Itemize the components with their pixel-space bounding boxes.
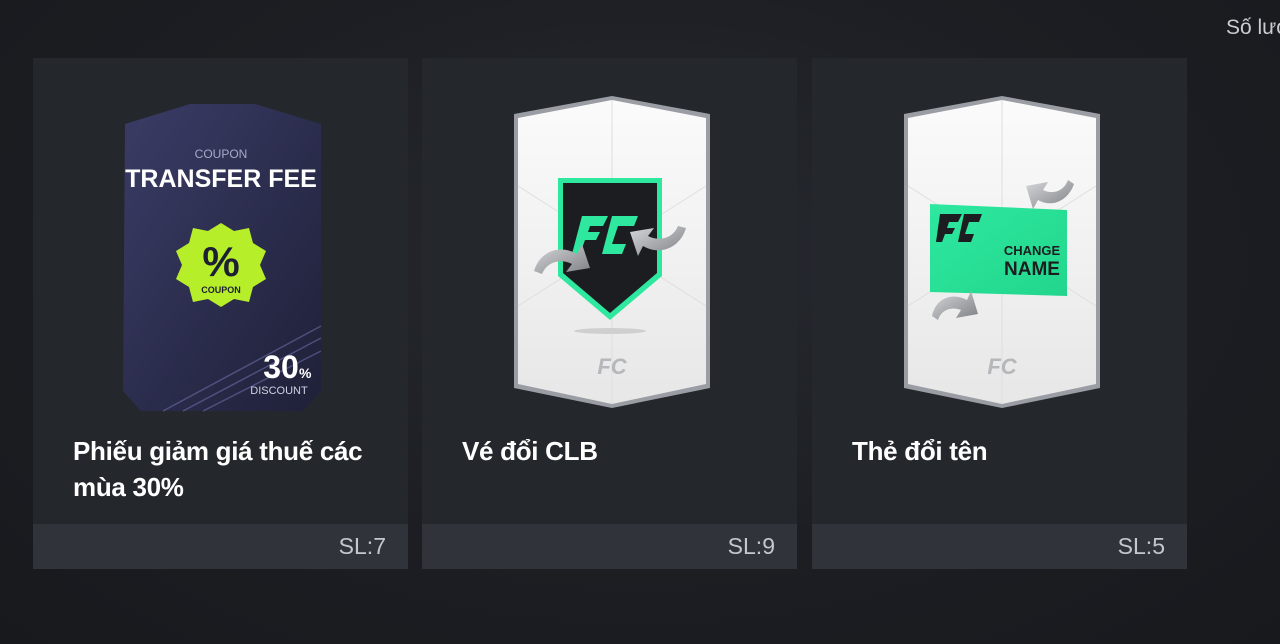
svg-text:CHANGE: CHANGE bbox=[1004, 243, 1061, 258]
svg-text:NAME: NAME bbox=[1004, 259, 1060, 280]
svg-text:30: 30 bbox=[263, 349, 299, 385]
svg-text:FC: FC bbox=[597, 354, 627, 379]
svg-text:TRANSFER FEE: TRANSFER FEE bbox=[125, 165, 317, 193]
club-change-ticket-card-icon: FC bbox=[514, 96, 710, 408]
item-quantity: SL:9 bbox=[727, 533, 775, 559]
item-name: Thẻ đổi tên bbox=[852, 436, 988, 466]
item-quantity: SL:5 bbox=[1117, 533, 1165, 559]
item-footer: SL:7 bbox=[33, 524, 408, 569]
item-card-transfer-fee-coupon[interactable]: COUPON TRANSFER FEE % COUPON 30 % DISCOU… bbox=[33, 58, 408, 569]
svg-text:FC: FC bbox=[987, 354, 1017, 379]
quantity-column-header: Số lượ bbox=[1226, 16, 1280, 39]
item-card-name-change[interactable]: CHANGE NAME FC Thẻ đổi tên SL:5 bbox=[812, 58, 1187, 569]
item-footer: SL:9 bbox=[422, 524, 797, 569]
item-quantity: SL:7 bbox=[338, 533, 386, 559]
svg-text:DISCOUNT: DISCOUNT bbox=[250, 385, 308, 397]
svg-text:COUPON: COUPON bbox=[195, 147, 248, 161]
item-name: Vé đổi CLB bbox=[462, 436, 598, 466]
svg-text:COUPON: COUPON bbox=[201, 285, 241, 295]
name-change-card-icon: CHANGE NAME FC bbox=[904, 96, 1100, 408]
item-card-club-change-ticket[interactable]: FC Vé đổi CLB SL:9 bbox=[422, 58, 797, 569]
item-name: Phiếu giảm giá thuế các mùa 30% bbox=[73, 436, 363, 502]
svg-text:%: % bbox=[202, 238, 239, 285]
svg-text:%: % bbox=[299, 365, 312, 381]
transfer-fee-coupon-card-icon: COUPON TRANSFER FEE % COUPON 30 % DISCOU… bbox=[123, 104, 322, 412]
item-footer: SL:5 bbox=[812, 524, 1187, 569]
